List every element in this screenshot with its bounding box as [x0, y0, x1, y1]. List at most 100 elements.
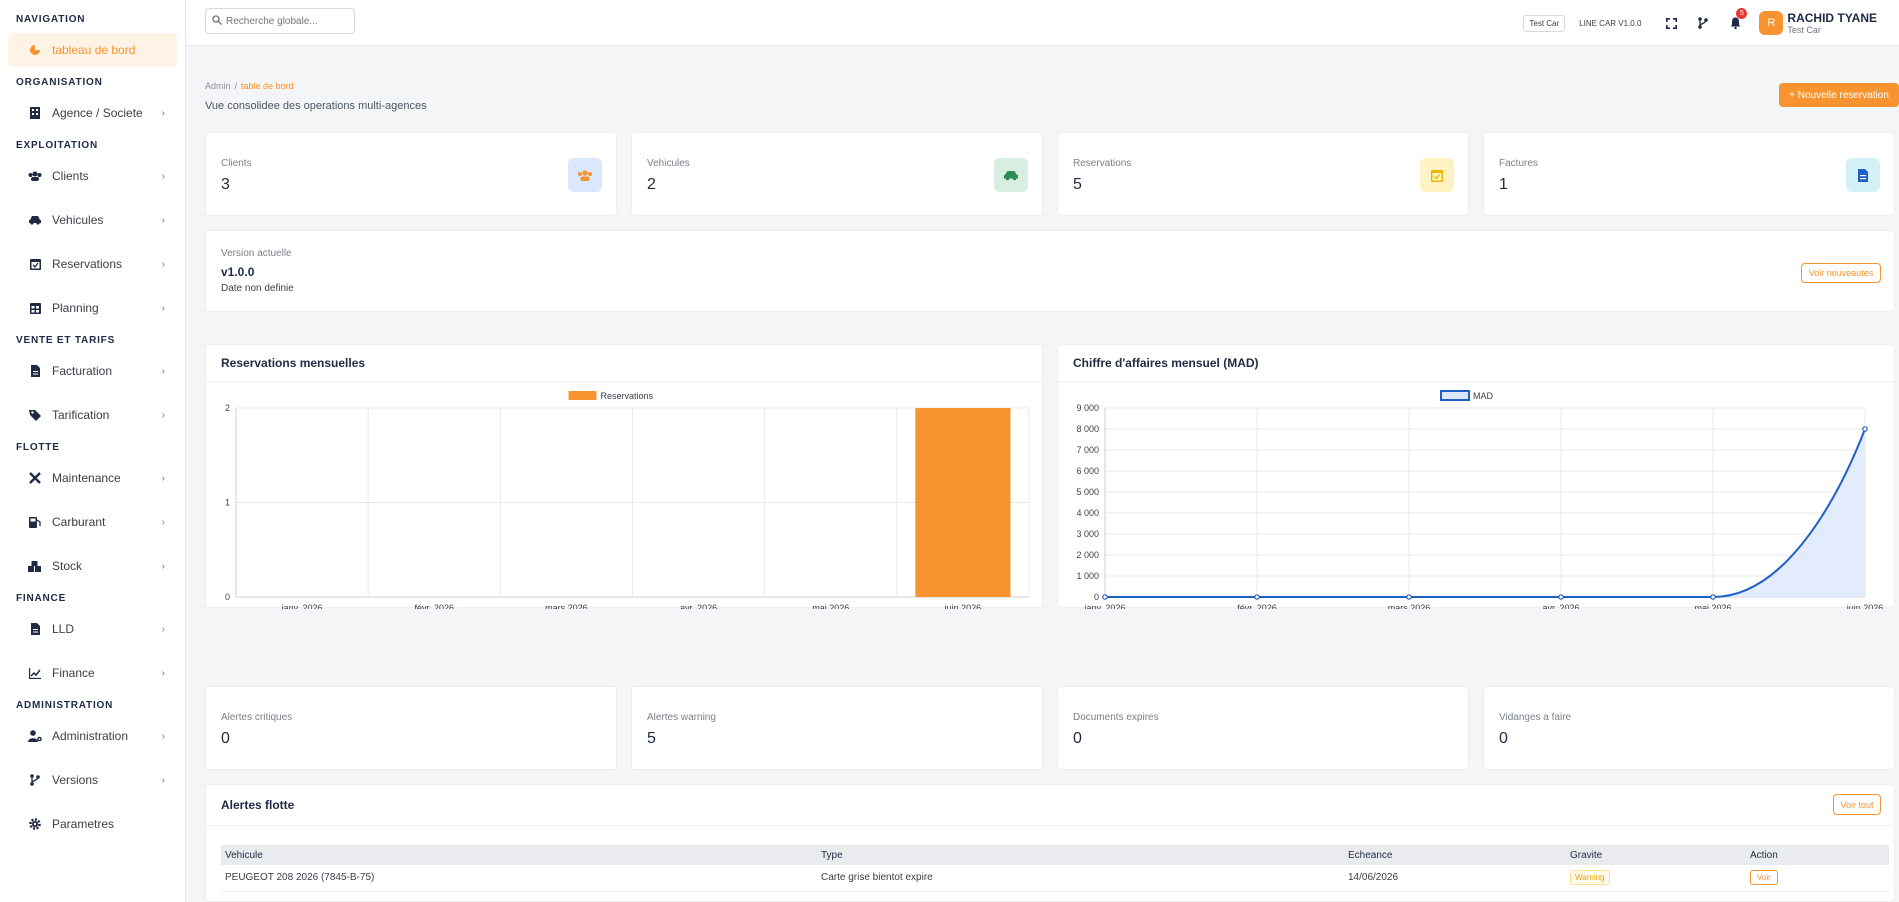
sidebar-item-label: Clients: [52, 169, 89, 183]
user-company: Test Car: [1787, 24, 1821, 35]
x-tick-label: janv. 2026: [1084, 603, 1126, 609]
y-tick-label: 1 000: [1076, 571, 1099, 581]
kpi-value: 5: [647, 730, 656, 747]
fuel-pump-icon: [28, 515, 42, 529]
page-subtitle: Vue consolidee des operations multi-agen…: [205, 100, 427, 112]
point-janv. 2026: [1102, 594, 1108, 600]
sidebar-item-tarification[interactable]: Tarification ›: [8, 398, 177, 432]
x-tick-label: mai 2026: [1694, 603, 1731, 609]
sidebar-item-parametres[interactable]: Parametres: [8, 807, 177, 841]
col-due: Echeance: [1344, 845, 1566, 865]
bell-icon[interactable]: 5: [1723, 8, 1748, 35]
avatar[interactable]: R: [1759, 11, 1784, 35]
global-search[interactable]: [205, 8, 355, 34]
kpi-value: 0: [1499, 730, 1508, 747]
dashboard-icon: [28, 43, 42, 57]
sidebar-item-vehicules[interactable]: Vehicules ›: [8, 203, 177, 237]
tools-icon: [28, 471, 42, 485]
calendar-icon: [28, 301, 42, 315]
search-input[interactable]: [226, 15, 346, 27]
section-flotte: FLOTTE: [16, 442, 60, 453]
code-branch-icon[interactable]: [1691, 11, 1715, 35]
kpi-card-reservations: Reservations 5: [1057, 132, 1469, 216]
company-pill[interactable]: Test Car: [1523, 14, 1566, 32]
voir-nouveautes-button[interactable]: Voir nouveautes: [1801, 263, 1881, 283]
sidebar-item-label: Finance: [52, 666, 95, 680]
version-label: Version actuelle: [221, 248, 292, 259]
fullscreen-icon[interactable]: [1659, 11, 1683, 35]
sidebar-item-label: Vehicules: [52, 213, 104, 227]
sidebar-item-label: Administration: [52, 729, 129, 743]
sidebar-item-maintenance[interactable]: Maintenance ›: [8, 461, 177, 495]
chevron-right-icon: ›: [161, 623, 165, 635]
sidebar-item-reservations[interactable]: Reservations ›: [8, 247, 177, 281]
breadcrumb-current: table de bord: [241, 81, 294, 91]
y-tick-label: 7 000: [1076, 445, 1099, 455]
kpi-card-clients: Clients 3: [205, 132, 617, 216]
sidebar-item-label: Maintenance: [52, 471, 121, 485]
table-header-row: Vehicule Type Echeance Gravite Action: [221, 845, 1889, 865]
car-icon: [28, 213, 42, 227]
legend-label: MAD: [1473, 391, 1494, 401]
gear-icon: [28, 817, 42, 831]
y-tick-label: 0: [1094, 592, 1099, 602]
point-juin 2026: [1862, 426, 1868, 432]
y-tick-label: 2 000: [1076, 550, 1099, 560]
col-action: Action: [1746, 845, 1889, 865]
alert-card-warning: Alertes warning 5: [631, 686, 1043, 770]
x-tick-label: janv. 2026: [281, 603, 323, 609]
alert-card-vidanges: Vidanges a faire 0: [1483, 686, 1895, 770]
y-tick-label: 3 000: [1076, 529, 1099, 539]
chevron-right-icon: ›: [161, 365, 165, 377]
new-reservation-button[interactable]: + Nouvelle reservation: [1779, 83, 1899, 107]
sidebar-item-label: Stock: [52, 559, 83, 573]
table-row: PEUGEOT 208 2026 (7845-B-75) Carte grise…: [221, 865, 1889, 892]
version-value: v1.0.0: [221, 265, 255, 279]
sidebar-item-carburant[interactable]: Carburant ›: [8, 505, 177, 539]
breadcrumb-root[interactable]: Admin: [205, 81, 231, 91]
revenue-area-chart: 0 1 000 2 000 3 000 4 000 5 000 6 000 7 000 8 00…: [1076, 390, 1883, 609]
sidebar-item-finance[interactable]: Finance ›: [8, 656, 177, 690]
sidebar-item-dashboard[interactable]: tableau de bord: [8, 33, 177, 67]
calendar-check-icon: [1420, 158, 1454, 192]
voir-tout-button[interactable]: Voir tout: [1833, 794, 1881, 815]
sidebar-item-clients[interactable]: Clients ›: [8, 159, 177, 193]
sidebar-item-label: Planning: [52, 301, 99, 315]
x-tick-label: juin 2026: [944, 603, 982, 609]
sidebar-item-facturation[interactable]: Facturation ›: [8, 354, 177, 388]
section-administration: ADMINISTRATION: [16, 700, 114, 711]
chevron-right-icon: ›: [161, 774, 165, 786]
sidebar-item-agence[interactable]: Agence / Societe ›: [8, 96, 177, 130]
kpi-label: Clients: [221, 158, 252, 169]
legend-label: Reservations: [601, 391, 654, 401]
sidebar-item-stock[interactable]: Stock ›: [8, 549, 177, 583]
kpi-card-vehicules: Vehicules 2: [631, 132, 1043, 216]
kpi-card-factures: Factures 1: [1483, 132, 1895, 216]
y-tick-label: 1: [225, 498, 230, 508]
section-finance: FINANCE: [16, 593, 67, 604]
sidebar-item-planning[interactable]: Planning ›: [8, 291, 177, 325]
x-tick-label: mai 2026: [812, 603, 849, 609]
sidebar-item-lld[interactable]: LLD ›: [8, 612, 177, 646]
fleet-alerts-card: Alertes flotte Voir tout Vehicule Type E…: [205, 784, 1895, 902]
user-info[interactable]: RACHID TYANE Test Car: [1787, 10, 1877, 35]
sidebar-item-administration[interactable]: Administration ›: [8, 719, 177, 753]
bar-juin 2026: [915, 408, 1011, 597]
kpi-label: Factures: [1499, 158, 1538, 169]
chart-line-icon: [28, 666, 42, 680]
y-tick-label: 5 000: [1076, 487, 1099, 497]
point-avr. 2026: [1558, 594, 1564, 600]
kpi-value: 0: [1073, 730, 1082, 747]
chevron-right-icon: ›: [161, 170, 165, 182]
cell-action: Voir: [1746, 865, 1889, 892]
user-name: RACHID TYANE: [1787, 10, 1877, 25]
x-tick-label: avr. 2026: [1542, 603, 1579, 609]
x-tick-label: févr. 2026: [414, 603, 454, 609]
sidebar-item-label: Carburant: [52, 515, 106, 529]
header-right: Test Car LINE CAR V1.0.0 5 R RACHID TYAN…: [1523, 6, 1877, 40]
chevron-right-icon: ›: [161, 667, 165, 679]
sidebar-item-label: Facturation: [52, 364, 113, 378]
view-alert-button[interactable]: Voir: [1750, 870, 1778, 886]
sidebar-item-versions[interactable]: Versions ›: [8, 763, 177, 797]
point-mai 2026: [1710, 594, 1716, 600]
